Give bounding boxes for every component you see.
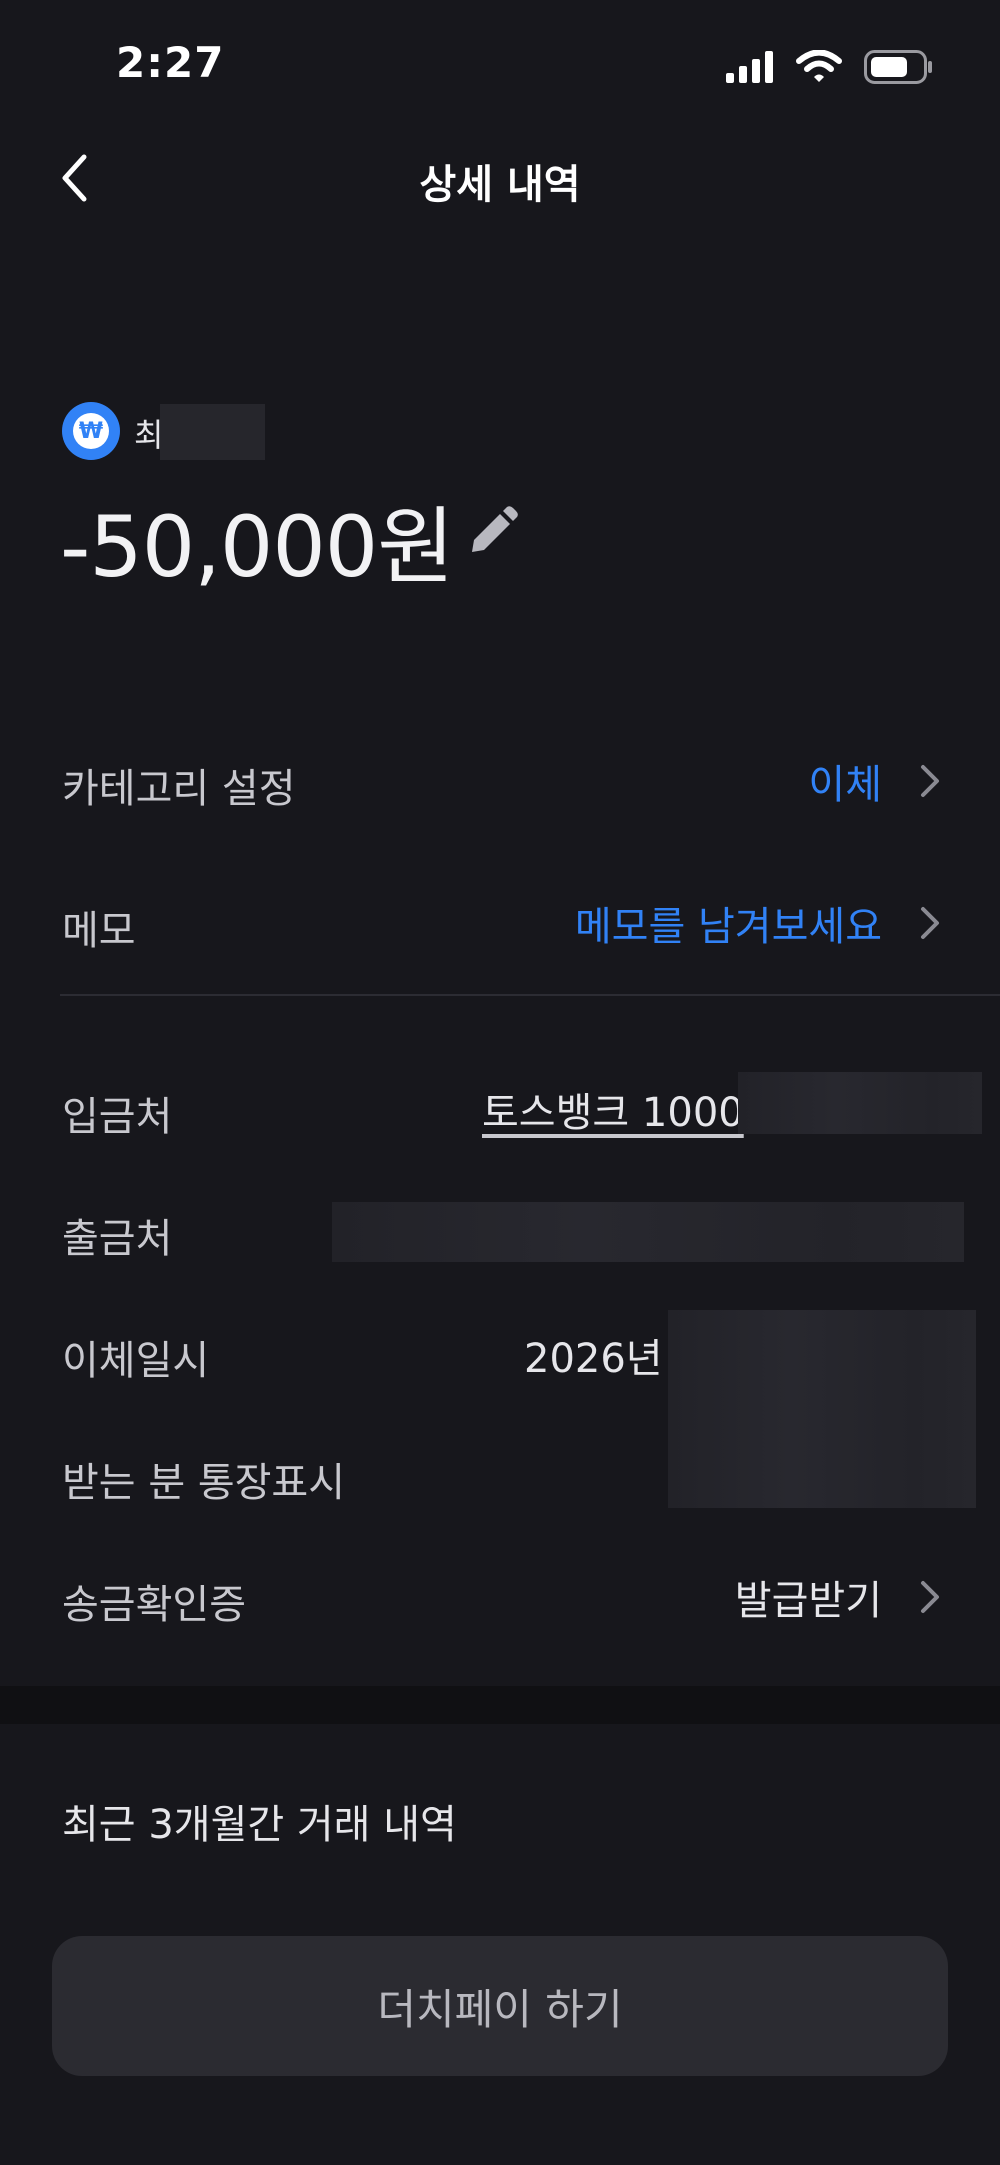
dutch-pay-button[interactable]: 더치페이 하기 [52, 1936, 948, 2076]
memo-button[interactable]: 메모를 남겨보세요 [575, 894, 942, 952]
redacted-withdraw-account [332, 1202, 964, 1262]
status-icons [726, 50, 934, 84]
category-value: 이체 [808, 762, 882, 808]
won-coin-icon: ₩ [62, 402, 120, 460]
transfer-datetime-label: 이체일시 [62, 1338, 210, 1384]
recent-transactions-title: 최근 3개월간 거래 내역 [62, 1802, 457, 1848]
cellular-signal-icon [726, 51, 773, 83]
category-label: 카테고리 설정 [62, 766, 296, 812]
recipient-display-label: 받는 분 통장표시 [62, 1460, 346, 1506]
pencil-icon [472, 506, 518, 552]
remittance-cert-label: 송금확인증 [62, 1582, 246, 1628]
category-setting-button[interactable]: 이체 [808, 752, 942, 810]
withdraw-from-label: 출금처 [62, 1216, 173, 1262]
chevron-right-icon [921, 1581, 939, 1613]
page-title: 상세 내역 [419, 162, 581, 208]
remittance-cert-value: 발급받기 [734, 1578, 882, 1624]
transfer-datetime-value: 2026년 [524, 1336, 663, 1382]
chevron-right-icon [921, 907, 939, 939]
chevron-right-icon [921, 765, 939, 797]
edit-amount-button[interactable] [462, 502, 522, 562]
redacted-transfer-details [668, 1310, 976, 1508]
issue-certificate-button[interactable]: 발급받기 [735, 1568, 942, 1626]
memo-label: 메모 [62, 908, 136, 954]
deposit-to-label: 입금처 [62, 1094, 173, 1140]
transaction-amount: -50,000원 [60, 498, 455, 596]
status-time: 2:27 [116, 38, 225, 87]
divider [60, 994, 1000, 996]
deposit-to-value[interactable]: 토스뱅크 1000 [482, 1080, 744, 1138]
battery-icon [864, 50, 932, 84]
redacted-account-number [738, 1072, 982, 1134]
redacted-account-name [160, 404, 265, 460]
memo-value: 메모를 남겨보세요 [574, 904, 882, 950]
section-separator [0, 1686, 1000, 1724]
wifi-icon [796, 50, 842, 82]
